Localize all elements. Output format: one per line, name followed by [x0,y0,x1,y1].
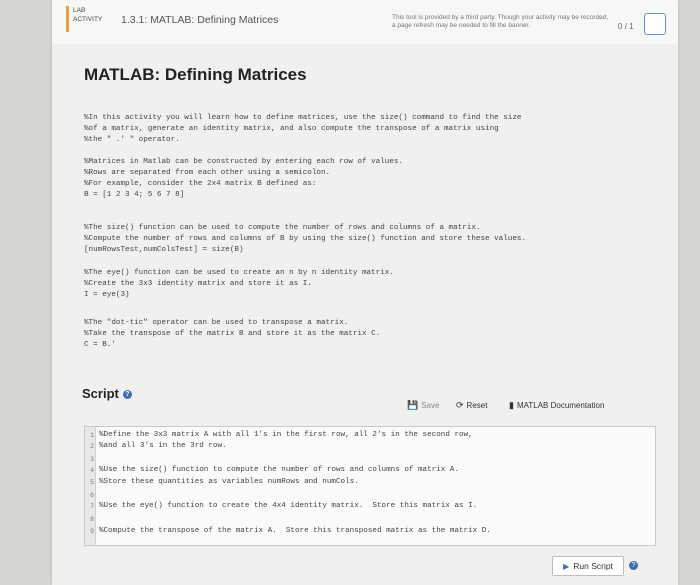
reset-button[interactable]: ⟳ Reset [456,400,487,411]
badge-line-1: LAB [73,7,86,14]
eye-line: I = eye(3) [84,291,130,299]
intro-block: %In this activity you will learn how to … [84,113,644,146]
matrices-line: %For example, consider the 2x4 matrix B … [84,180,317,188]
save-label: Save [421,401,440,410]
completion-box [644,13,666,35]
run-label: Run Script [573,561,613,571]
code-text[interactable]: %Use the size() function to compute the … [99,466,459,474]
badge-line-2: ACTIVITY [73,16,103,23]
code-line[interactable]: 4 %Use the size() function to compute th… [85,466,655,477]
script-heading: Script? [82,386,132,401]
line-number: 1 [90,432,94,439]
code-line[interactable]: 7 %Use the eye() function to create the … [85,502,655,513]
script-help-icon[interactable]: ? [122,390,132,400]
matlab-docs-link[interactable]: ▮ MATLAB Documentation [509,400,604,411]
transpose-line: %The "dot-tic" operator can be used to t… [84,319,349,327]
code-line[interactable]: 9 %Compute the transpose of the matrix A… [85,527,655,538]
intro-line: %of a matrix, generate an identity matri… [84,125,499,133]
line-number: 8 [90,516,94,523]
reset-icon: ⟳ [456,400,464,410]
line-number: 5 [90,479,94,486]
size-line: %The size() function can be used to comp… [84,224,481,232]
lab-activity-badge: LAB ACTIVITY [66,6,112,32]
book-icon: ▮ [509,400,514,410]
activity-header: LAB ACTIVITY 1.3.1: MATLAB: Defining Mat… [52,0,678,45]
line-number: 7 [90,503,94,510]
line-number: 9 [90,528,94,535]
code-text[interactable]: %Compute the transpose of the matrix A. … [99,527,491,535]
code-line[interactable]: 8 [85,515,655,526]
size-line: %Compute the number of rows and columns … [84,235,527,243]
line-number: 4 [90,467,94,474]
save-button[interactable]: 💾 Save [407,400,439,411]
script-title: Script [82,386,119,401]
transpose-block: %The "dot-tic" operator can be used to t… [84,318,644,351]
code-line[interactable]: 3 [85,455,655,466]
matrices-block: %Matrices in Matlab can be constructed b… [84,157,644,201]
code-line[interactable]: 1 %Define the 3x3 matrix A with all 1's … [85,431,655,442]
activity-content: MATLAB: Defining Matrices %In this activ… [52,44,678,585]
code-editor[interactable]: 1 %Define the 3x3 matrix A with all 1's … [84,426,656,546]
eye-line: %Create the 3x3 identity matrix and stor… [84,280,312,288]
transpose-line: C = B.' [84,341,116,349]
code-text[interactable]: %Define the 3x3 matrix A with all 1's in… [99,431,473,439]
matrices-line: %Rows are separated from each other usin… [84,169,331,177]
eye-line: %The eye() function can be used to creat… [84,269,394,277]
line-number: 6 [90,492,94,499]
eye-block: %The eye() function can be used to creat… [84,268,644,301]
code-line[interactable]: 2 %and all 3's in the 3rd row. [85,442,655,453]
save-icon: 💾 [407,400,419,410]
page-title: MATLAB: Defining Matrices [84,65,307,84]
size-block: %The size() function can be used to comp… [84,223,644,256]
play-icon: ▶ [563,561,570,571]
code-text[interactable]: %Use the eye() function to create the 4x… [99,502,477,510]
activity-title: 1.3.1: MATLAB: Defining Matrices [121,14,279,26]
size-line: [numRowsTest,numColsTest] = size(B) [84,246,244,254]
code-line[interactable]: 6 [85,491,655,502]
line-number: 3 [90,456,94,463]
matrices-line: B = [1 2 3 4; 5 6 7 8] [84,191,185,199]
reset-label: Reset [466,401,488,410]
run-help-icon[interactable]: ? [629,561,638,570]
code-text[interactable]: %Store these quantities as variables num… [99,478,359,486]
intro-line: %In this activity you will learn how to … [84,114,522,122]
code-text[interactable]: %and all 3's in the 3rd row. [99,442,227,450]
matrices-line: %Matrices in Matlab can be constructed b… [84,158,403,166]
transpose-line: %Take the transpose of the matrix B and … [84,330,381,338]
docs-label: MATLAB Documentation [516,401,605,410]
intro-line: %the " .' " operator. [84,136,180,144]
provider-note: This tool is provided by a third party. … [392,14,609,29]
score-label: 0 / 1 [618,22,634,31]
line-number: 2 [90,443,94,450]
run-script-button[interactable]: ▶ Run Script [552,556,624,576]
lab-page: LAB ACTIVITY 1.3.1: MATLAB: Defining Mat… [52,0,678,585]
code-line[interactable]: 5 %Store these quantities as variables n… [85,478,655,489]
